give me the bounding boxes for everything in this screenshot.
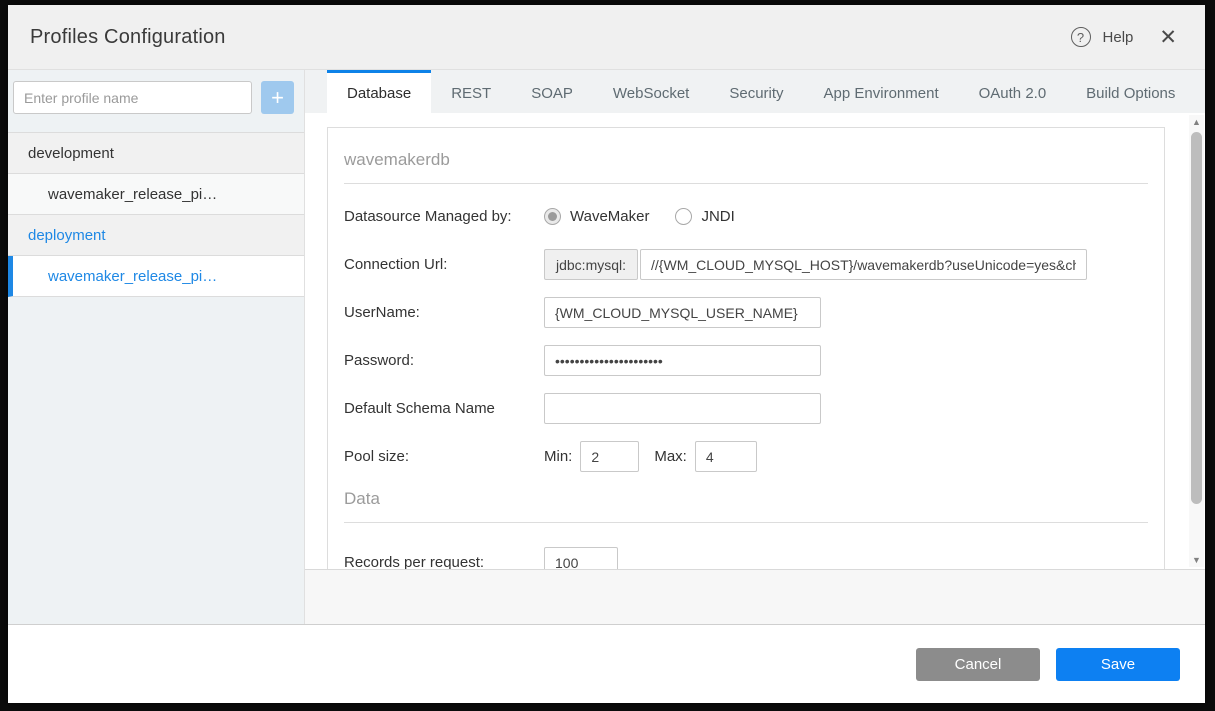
pool-max-label: Max: [654, 448, 687, 465]
profile-tabs: Database REST SOAP WebSocket Security Ap… [305, 70, 1205, 113]
section-title-wavemakerdb: wavemakerdb [344, 150, 1148, 170]
connection-url-prefix: jdbc:mysql: [544, 249, 638, 280]
section-title-data: Data [344, 489, 1148, 509]
cancel-button[interactable]: Cancel [916, 648, 1040, 681]
sidebar-item-wavemaker-release-dev[interactable]: wavemaker_release_pi… [8, 174, 304, 215]
page-title: Profiles Configuration [30, 26, 226, 49]
wavemakerdb-panel: wavemakerdb Datasource Managed by: WaveM… [327, 127, 1165, 570]
add-profile-button[interactable]: + [261, 81, 294, 114]
tab-soap[interactable]: SOAP [511, 70, 593, 113]
content-bottom-strip [305, 570, 1205, 624]
tab-oauth-2-0[interactable]: OAuth 2.0 [959, 70, 1067, 113]
radio-wavemaker-dot [544, 208, 561, 225]
dialog-header: Profiles Configuration ? Help ✕ [8, 5, 1205, 70]
radio-jndi-dot [675, 208, 692, 225]
pool-min-label: Min: [544, 448, 572, 465]
sidebar-item-deployment[interactable]: deployment [8, 215, 304, 256]
sidebar-item-wavemaker-release-deploy[interactable]: wavemaker_release_pi… [8, 256, 304, 297]
scroll-up-icon[interactable]: ▲ [1192, 115, 1201, 129]
dialog-footer: Cancel Save [8, 625, 1205, 703]
tab-app-environment[interactable]: App Environment [804, 70, 959, 113]
vertical-scrollbar[interactable]: ▲ ▼ [1189, 115, 1204, 567]
profile-name-input[interactable] [13, 81, 252, 114]
records-per-request-label: Records per request: [344, 554, 544, 570]
datasource-managed-by-row: Datasource Managed by: WaveMaker JNDI [344, 201, 1148, 232]
database-tab-content: wavemakerdb Datasource Managed by: WaveM… [305, 113, 1205, 570]
tab-security[interactable]: Security [709, 70, 803, 113]
pool-size-row: Pool size: Min: Max: [344, 441, 1148, 472]
connection-url-label: Connection Url: [344, 256, 544, 273]
password-row: Password: [344, 345, 1148, 376]
close-icon[interactable]: ✕ [1159, 27, 1177, 48]
password-label: Password: [344, 352, 544, 369]
scrollbar-thumb[interactable] [1191, 132, 1202, 504]
scroll-down-icon[interactable]: ▼ [1192, 553, 1201, 567]
pool-size-label: Pool size: [344, 448, 544, 465]
section-divider [344, 183, 1148, 184]
tab-database[interactable]: Database [327, 70, 431, 113]
default-schema-input[interactable] [544, 393, 821, 424]
profile-detail-pane: Database REST SOAP WebSocket Security Ap… [305, 70, 1205, 624]
username-row: UserName: [344, 297, 1148, 328]
username-label: UserName: [344, 304, 544, 321]
tab-rest[interactable]: REST [431, 70, 511, 113]
profiles-sidebar: + development wavemaker_release_pi… depl… [8, 70, 305, 624]
tab-websocket[interactable]: WebSocket [593, 70, 709, 113]
profile-list: development wavemaker_release_pi… deploy… [8, 132, 304, 297]
records-per-request-input[interactable] [544, 547, 618, 570]
records-per-request-row: Records per request: [344, 547, 1148, 570]
username-input[interactable] [544, 297, 821, 328]
connection-url-input[interactable] [640, 249, 1087, 280]
radio-jndi-label: JNDI [701, 208, 734, 225]
password-input[interactable] [544, 345, 821, 376]
default-schema-label: Default Schema Name [344, 400, 544, 417]
pool-max-input[interactable] [695, 441, 757, 472]
profiles-configuration-dialog: Profiles Configuration ? Help ✕ + develo… [8, 5, 1205, 703]
pool-min-input[interactable] [580, 441, 639, 472]
help-button[interactable]: Help [1103, 29, 1134, 46]
radio-wavemaker-label: WaveMaker [570, 208, 649, 225]
help-icon[interactable]: ? [1071, 27, 1091, 47]
radio-wavemaker[interactable]: WaveMaker [544, 208, 649, 225]
datasource-managed-by-label: Datasource Managed by: [344, 208, 544, 225]
sidebar-item-development[interactable]: development [8, 133, 304, 174]
dialog-body: + development wavemaker_release_pi… depl… [8, 70, 1205, 625]
section-divider [344, 522, 1148, 523]
radio-jndi[interactable]: JNDI [675, 208, 734, 225]
tab-build-options[interactable]: Build Options [1066, 70, 1195, 113]
connection-url-row: Connection Url: jdbc:mysql: [344, 249, 1148, 280]
default-schema-row: Default Schema Name [344, 393, 1148, 424]
save-button[interactable]: Save [1056, 648, 1180, 681]
